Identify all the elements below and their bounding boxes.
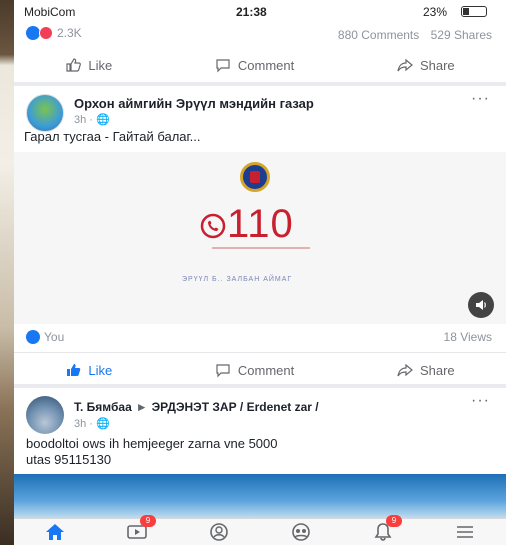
reactions-count: 2.3K [57, 26, 82, 40]
thumbs-up-filled-icon [65, 362, 81, 378]
notifications-badge: 9 [386, 515, 402, 527]
battery-percent: 23% [423, 5, 448, 19]
like-label: Like [88, 57, 113, 73]
sound-toggle-button[interactable] [468, 292, 494, 318]
like-reaction-icon [26, 26, 40, 40]
comment-label: Comment [237, 57, 295, 73]
video-post: Орхон аймгийн Эрүүл мэндийн газар 3h · 🌐… [14, 86, 506, 384]
post-text-line: utas 95115130 [26, 452, 112, 467]
share-icon [397, 57, 413, 73]
comment-icon [215, 57, 231, 73]
video-caption: ЭРҮҮЛ Б.. ЗАЛБАН АЙМАГ [182, 276, 293, 283]
groups-icon [292, 523, 310, 541]
post-timestamp[interactable]: 3h · 🌐 [74, 113, 110, 126]
tab-notifications[interactable]: 9 [370, 515, 402, 543]
more-options-icon[interactable]: ··· [471, 90, 490, 108]
post-header: Т. Бямбаа ► ЭРДЭНЭТ ЗАР / Erdenet zar / [74, 400, 319, 414]
post-text: boodoltoi ows ih hemjeeger zarna vne 500… [26, 436, 278, 468]
watch-badge: 9 [140, 515, 156, 527]
like-button[interactable]: Like [65, 362, 112, 378]
carrier-label: MobiCom [24, 5, 76, 19]
like-label: Like [88, 362, 113, 378]
background-window-edge [0, 0, 14, 545]
bottom-tab-bar: 9 9 [14, 515, 506, 545]
tab-groups[interactable] [288, 521, 314, 543]
page-name[interactable]: Орхон аймгийн Эрүүл мэндийн газар [74, 96, 314, 111]
tab-home[interactable] [42, 521, 68, 543]
clock: 21:38 [236, 5, 267, 19]
viewer-name: You [44, 330, 65, 344]
post-text: Гарал тусгаа - Гайтай балаг... [24, 129, 201, 144]
phone-icon [199, 212, 227, 240]
reactions-summary[interactable]: 2.3K [26, 26, 82, 40]
post-text-line: boodoltoi ows ih hemjeeger zarna vne 500… [26, 436, 278, 451]
shares-count[interactable]: 529 Shares [431, 28, 492, 42]
speaker-icon [476, 300, 486, 310]
share-icon [397, 362, 413, 378]
author-avatar[interactable] [26, 396, 64, 434]
viewer-summary[interactable]: You [26, 330, 64, 344]
author-name[interactable]: Т. Бямбаа [74, 400, 132, 414]
tab-menu[interactable] [452, 521, 478, 543]
police-emblem-icon [240, 162, 270, 192]
status-bar: MobiCom 21:38 23% [0, 0, 506, 24]
page-avatar[interactable] [26, 94, 64, 132]
love-reaction-icon [39, 26, 53, 40]
post-actions: Like Comment Share [14, 48, 506, 82]
like-button[interactable]: Like [65, 57, 112, 73]
post-image[interactable] [14, 474, 506, 518]
share-button[interactable]: Share [397, 57, 455, 73]
profile-icon [210, 523, 228, 541]
comment-icon [215, 362, 231, 378]
previous-post: 2.3K 880 Comments 529 Shares Like Commen… [14, 24, 506, 82]
post-actions: Like Comment Share [14, 352, 506, 387]
engagement-stats[interactable]: 880 Comments 529 Shares [338, 28, 492, 42]
share-button[interactable]: Share [397, 362, 455, 378]
group-name[interactable]: ЭРДЭНЭТ ЗАР / Erdenet zar / [152, 400, 319, 414]
comment-label: Comment [237, 362, 295, 378]
video-player[interactable]: 110 ЭРҮҮЛ Б.. ЗАЛБАН АЙМАГ [14, 152, 506, 324]
battery-icon [461, 6, 487, 17]
share-label: Share [419, 362, 455, 378]
hamburger-menu-icon [457, 526, 473, 538]
tab-profile[interactable] [206, 521, 232, 543]
divider-line [212, 247, 310, 249]
comment-button[interactable]: Comment [215, 362, 294, 378]
arrow-right-icon: ► [135, 400, 148, 414]
more-options-icon[interactable]: ··· [471, 392, 490, 410]
comment-button[interactable]: Comment [215, 57, 294, 73]
views-count[interactable]: 18 Views [444, 330, 492, 344]
thumbs-up-icon [65, 57, 82, 73]
home-icon [46, 524, 64, 540]
group-post: Т. Бямбаа ► ЭРДЭНЭТ ЗАР / Erdenet zar / 3h… [14, 388, 506, 518]
tab-watch[interactable]: 9 [124, 515, 156, 543]
share-label: Share [419, 57, 455, 73]
emergency-number: 110 [227, 202, 294, 246]
comments-count[interactable]: 880 Comments [338, 28, 419, 42]
like-reaction-icon [26, 330, 40, 344]
post-timestamp[interactable]: 3h · 🌐 [74, 417, 110, 430]
view-stats: You 18 Views [14, 330, 506, 350]
